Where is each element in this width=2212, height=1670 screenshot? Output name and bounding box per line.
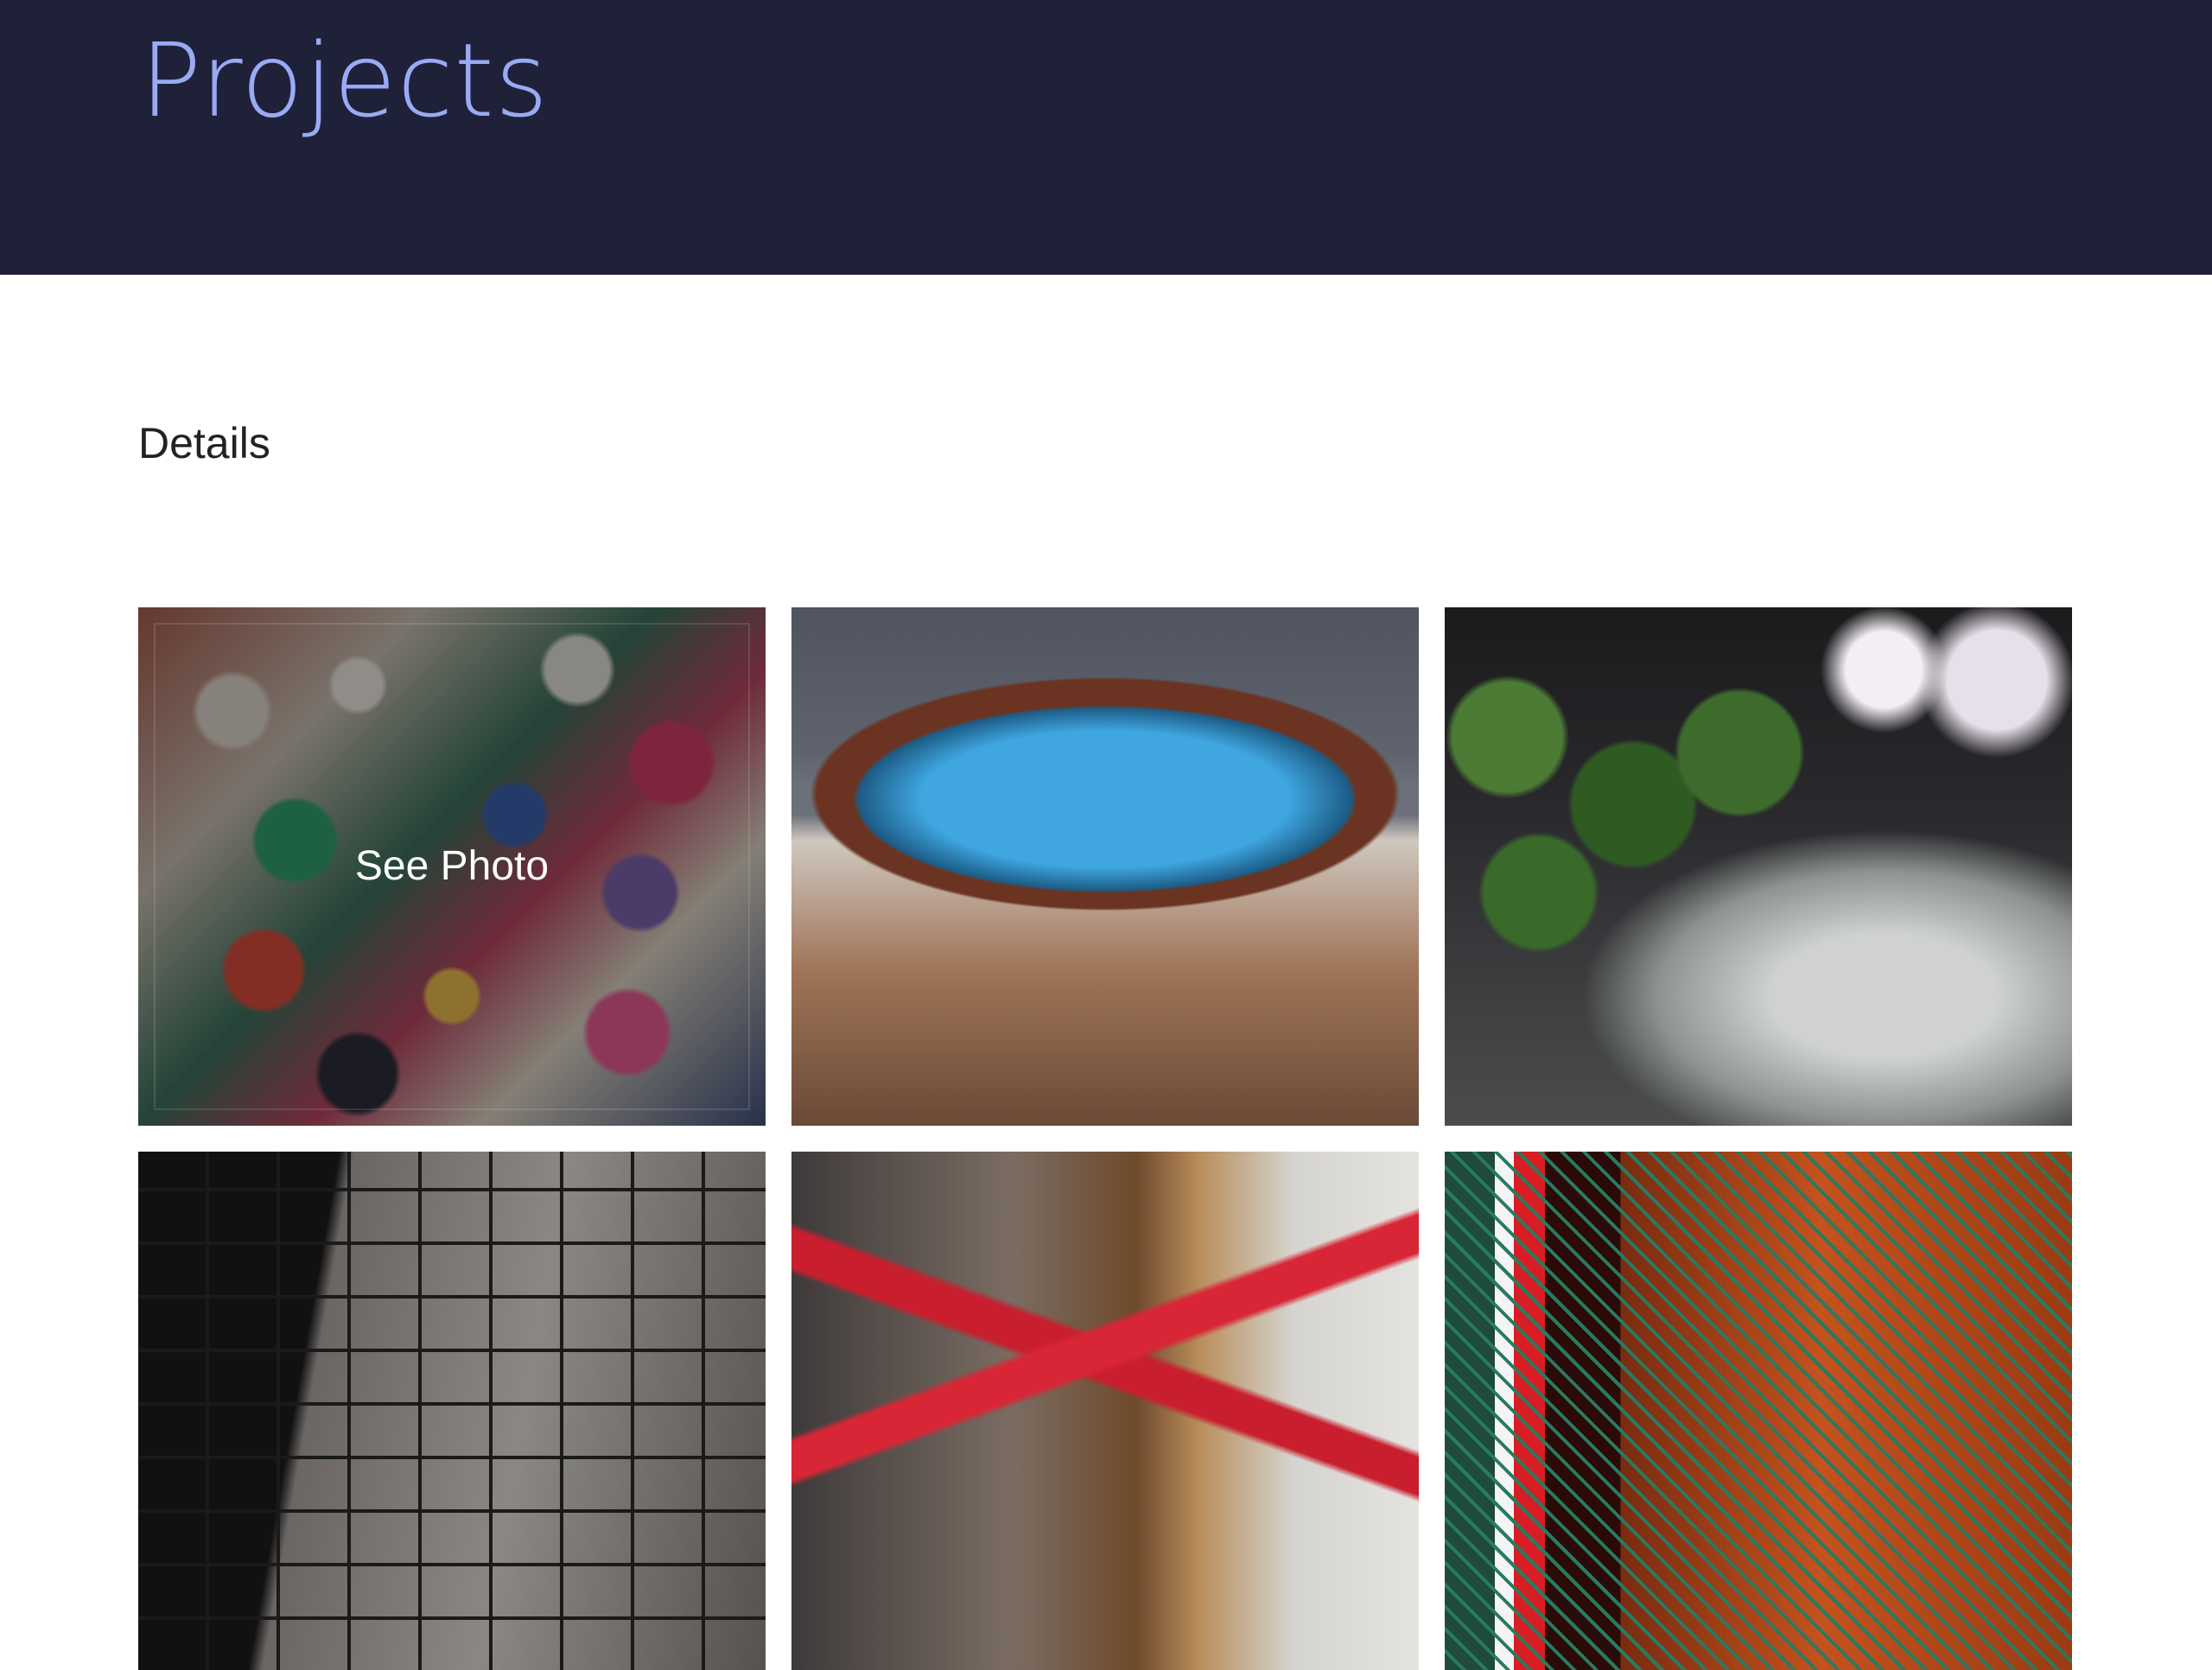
- see-photo-link[interactable]: See Photo: [138, 841, 766, 892]
- gallery-item-tiled-wall[interactable]: [138, 1152, 766, 1670]
- hover-overlay: See Photo: [138, 607, 766, 1126]
- photo-red-white: [1445, 1152, 2072, 1670]
- gallery-item-red-white[interactable]: [1445, 1152, 2072, 1670]
- gallery-item-rusty-barrel[interactable]: [791, 607, 1419, 1126]
- photo-tiled-wall: [138, 1152, 766, 1670]
- gallery-item-paper-rolls[interactable]: See Photo: [138, 607, 766, 1126]
- section-heading: Details: [138, 419, 270, 467]
- photo-gallery: See Photo: [138, 607, 2074, 1670]
- gallery-item-red-ribbon[interactable]: [791, 1152, 1419, 1670]
- photo-rusty-barrel: [791, 607, 1419, 1126]
- photo-red-ribbon: [791, 1152, 1419, 1670]
- page-header: Projects: [0, 0, 2212, 275]
- gallery-item-leaves[interactable]: [1445, 607, 2072, 1126]
- page-title: Projects: [140, 21, 550, 140]
- photo-leaves: [1445, 607, 2072, 1126]
